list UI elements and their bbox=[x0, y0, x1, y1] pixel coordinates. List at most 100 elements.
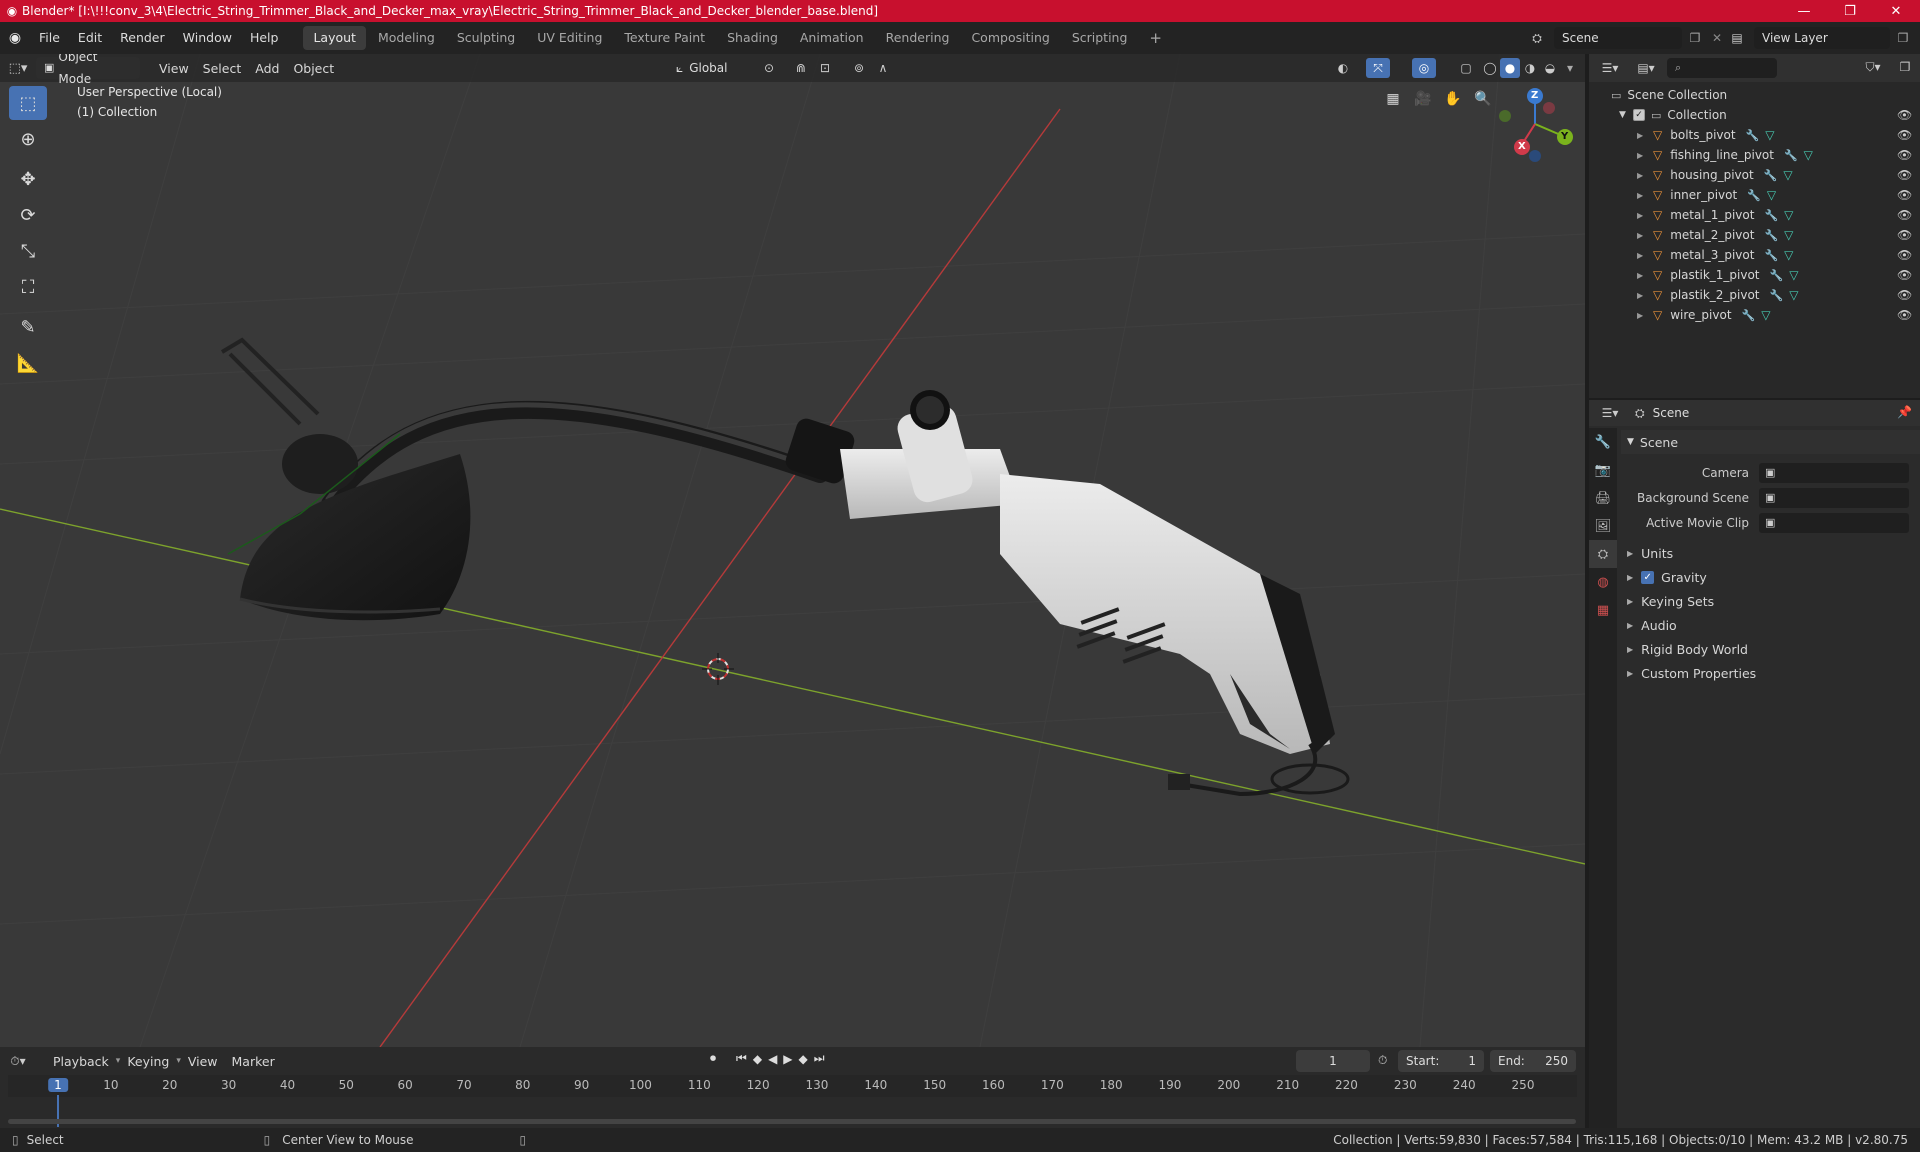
expand-arrow-icon[interactable]: ▶ bbox=[1637, 191, 1653, 200]
tab-sculpting[interactable]: Sculpting bbox=[447, 26, 525, 50]
next-keyframe-icon[interactable]: ◆ bbox=[799, 1052, 808, 1066]
outliner-editor-type-icon[interactable]: ☰▾ bbox=[1595, 61, 1625, 75]
outliner-object-row[interactable]: ▶ ▽ fishing_line_pivot 🔧 ▽ 👁 bbox=[1589, 145, 1920, 165]
new-collection-icon[interactable]: ❐ bbox=[1895, 60, 1915, 74]
collection-visibility-eye-icon[interactable]: 👁 bbox=[1897, 108, 1912, 122]
snap-target-icon[interactable]: ⊡ bbox=[812, 58, 838, 78]
world-tab-icon[interactable]: ◍ bbox=[1589, 568, 1617, 596]
timeline-menu-view[interactable]: View bbox=[181, 1054, 225, 1069]
snap-icon[interactable]: ⋒ bbox=[790, 58, 812, 78]
tab-shading[interactable]: Shading bbox=[717, 26, 788, 50]
add-workspace-button[interactable]: + bbox=[1139, 26, 1172, 50]
properties-editor-type-icon[interactable]: ☰▾ bbox=[1595, 406, 1625, 420]
scale-tool-icon[interactable]: ⤡ bbox=[9, 234, 47, 268]
rendered-shading-icon[interactable]: ◒ bbox=[1540, 58, 1560, 78]
visibility-eye-icon[interactable]: 👁 bbox=[1897, 128, 1912, 142]
falloff-icon[interactable]: ∧ bbox=[870, 58, 896, 78]
scene-subpanel-header[interactable]: ▶ Rigid Body World bbox=[1621, 637, 1920, 661]
blender-menu-icon[interactable]: ◉ bbox=[0, 22, 30, 54]
expand-arrow-icon[interactable]: ▼ bbox=[1619, 110, 1633, 120]
minimize-button[interactable]: — bbox=[1781, 0, 1827, 22]
expand-arrow-icon[interactable]: ▶ bbox=[1637, 231, 1653, 240]
texture-tab-icon[interactable]: ▦ bbox=[1589, 596, 1617, 624]
outliner-object-row[interactable]: ▶ ▽ metal_1_pivot 🔧 ▽ 👁 bbox=[1589, 205, 1920, 225]
gravity-checkbox[interactable]: ✓ bbox=[1641, 570, 1655, 584]
scene-subpanel-header[interactable]: ▶ Audio bbox=[1621, 613, 1920, 637]
tab-compositing[interactable]: Compositing bbox=[961, 26, 1059, 50]
tab-scripting[interactable]: Scripting bbox=[1062, 26, 1138, 50]
play-icon[interactable]: ▶ bbox=[783, 1052, 792, 1066]
expand-arrow-icon[interactable]: ▶ bbox=[1637, 291, 1653, 300]
scene-subpanel-header[interactable]: ▶ Custom Properties bbox=[1621, 661, 1920, 685]
tab-layout[interactable]: Layout bbox=[303, 26, 366, 50]
editor-type-icon[interactable]: ⬚▾ bbox=[0, 61, 36, 76]
material-shading-icon[interactable]: ◑ bbox=[1520, 58, 1540, 78]
menu-file[interactable]: File bbox=[30, 22, 69, 54]
scene-subpanel-header[interactable]: ▶ Units bbox=[1621, 541, 1920, 565]
menu-edit[interactable]: Edit bbox=[69, 22, 111, 54]
play-reverse-icon[interactable]: ◀ bbox=[768, 1052, 777, 1066]
outliner-object-row[interactable]: ▶ ▽ plastik_2_pivot 🔧 ▽ 👁 bbox=[1589, 285, 1920, 305]
transform-orientation-selector[interactable]: ⟀ Global bbox=[668, 57, 746, 79]
expand-arrow-icon[interactable]: ▶ bbox=[1637, 271, 1653, 280]
record-icon[interactable]: ⏺ bbox=[710, 1051, 716, 1066]
filter-icon[interactable]: ⛉▾ bbox=[1861, 60, 1885, 75]
tab-uv-editing[interactable]: UV Editing bbox=[527, 26, 612, 50]
gizmo-toggle-icon[interactable]: ⤧ bbox=[1366, 58, 1390, 78]
timeline-menu-playback[interactable]: Playback bbox=[46, 1054, 116, 1069]
tab-rendering[interactable]: Rendering bbox=[876, 26, 960, 50]
rotate-tool-icon[interactable]: ⟳ bbox=[9, 198, 47, 232]
menu-help[interactable]: Help bbox=[241, 22, 288, 54]
shading-options-icon[interactable]: ▾ bbox=[1561, 58, 1579, 78]
collection-checkbox[interactable]: ✓ bbox=[1633, 109, 1645, 121]
menu-window[interactable]: Window bbox=[174, 22, 241, 54]
outliner-object-row[interactable]: ▶ ▽ metal_2_pivot 🔧 ▽ 👁 bbox=[1589, 225, 1920, 245]
mode-selector[interactable]: ▣ Object Mode bbox=[36, 54, 140, 86]
visibility-eye-icon[interactable]: 👁 bbox=[1897, 248, 1912, 262]
move-tool-icon[interactable]: ✥ bbox=[9, 162, 47, 196]
overlay-toggle-icon[interactable]: ◎ bbox=[1412, 58, 1436, 78]
prev-keyframe-icon[interactable]: ◆ bbox=[753, 1052, 762, 1066]
scene-field-input[interactable]: ▣ bbox=[1759, 462, 1909, 483]
outliner-object-row[interactable]: ▶ ▽ metal_3_pivot 🔧 ▽ 👁 bbox=[1589, 245, 1920, 265]
expand-arrow-icon[interactable]: ▶ bbox=[1637, 171, 1653, 180]
tab-texture-paint[interactable]: Texture Paint bbox=[614, 26, 715, 50]
visibility-eye-icon[interactable]: 👁 bbox=[1897, 148, 1912, 162]
output-tab-icon[interactable]: 🖨 bbox=[1589, 484, 1617, 512]
camera-view-icon[interactable]: 🎥 bbox=[1410, 86, 1436, 112]
visibility-eye-icon[interactable]: 👁 bbox=[1897, 168, 1912, 182]
visibility-eye-icon[interactable]: 👁 bbox=[1897, 188, 1912, 202]
collection-row[interactable]: ▼ ✓ ▭ Collection 👁 bbox=[1589, 105, 1920, 125]
expand-arrow-icon[interactable]: ▶ bbox=[1637, 131, 1653, 140]
annotate-tool-icon[interactable]: ✎ bbox=[9, 310, 47, 344]
view-layer-tab-icon[interactable]: 🖼 bbox=[1589, 512, 1617, 540]
outliner-object-row[interactable]: ▶ ▽ inner_pivot 🔧 ▽ 👁 bbox=[1589, 185, 1920, 205]
visibility-eye-icon[interactable]: 👁 bbox=[1897, 308, 1912, 322]
viewport-menu-select[interactable]: Select bbox=[196, 61, 249, 76]
timeline-editor-type-icon[interactable]: ⏱▾ bbox=[0, 1054, 36, 1069]
scene-subpanel-header[interactable]: ▶ ✓ Gravity bbox=[1621, 565, 1920, 589]
scene-selector[interactable]: Scene bbox=[1554, 27, 1682, 49]
menu-render[interactable]: Render bbox=[111, 22, 174, 54]
outliner-search-input[interactable]: ⌕ bbox=[1667, 58, 1777, 78]
render-tab-icon[interactable]: 📷 bbox=[1589, 456, 1617, 484]
expand-arrow-icon[interactable]: ▶ bbox=[1637, 151, 1653, 160]
close-button[interactable]: ✕ bbox=[1873, 0, 1919, 22]
wireframe-shading-icon[interactable]: ◯ bbox=[1480, 58, 1500, 78]
timeline-frame-ruler[interactable]: 1 10 20 30 40 50 60 70 80 90 100 110 120 130 140 150 160… bbox=[8, 1075, 1577, 1127]
solid-shading-icon[interactable]: ● bbox=[1500, 58, 1520, 78]
visibility-eye-icon[interactable]: 👁 bbox=[1897, 268, 1912, 282]
viewport-menu-view[interactable]: View bbox=[152, 61, 196, 76]
pan-hand-icon[interactable]: ✋ bbox=[1440, 86, 1466, 112]
outliner-object-row[interactable]: ▶ ▽ bolts_pivot 🔧 ▽ 👁 bbox=[1589, 125, 1920, 145]
proportional-edit-icon[interactable]: ⊚ bbox=[848, 58, 870, 78]
timeline-scrollbar[interactable] bbox=[8, 1119, 1576, 1124]
ortho-toggle-icon[interactable]: ▦ bbox=[1380, 86, 1406, 112]
zoom-icon[interactable]: 🔍 bbox=[1470, 86, 1496, 112]
outliner-object-row[interactable]: ▶ ▽ plastik_1_pivot 🔧 ▽ 👁 bbox=[1589, 265, 1920, 285]
pin-icon[interactable]: 📌 bbox=[1897, 405, 1912, 419]
end-frame-field[interactable]: End: 250 bbox=[1490, 1050, 1576, 1072]
scene-collection-row[interactable]: ▭ Scene Collection bbox=[1589, 85, 1920, 105]
viewport-menu-object[interactable]: Object bbox=[286, 61, 341, 76]
outliner-object-row[interactable]: ▶ ▽ housing_pivot 🔧 ▽ 👁 bbox=[1589, 165, 1920, 185]
